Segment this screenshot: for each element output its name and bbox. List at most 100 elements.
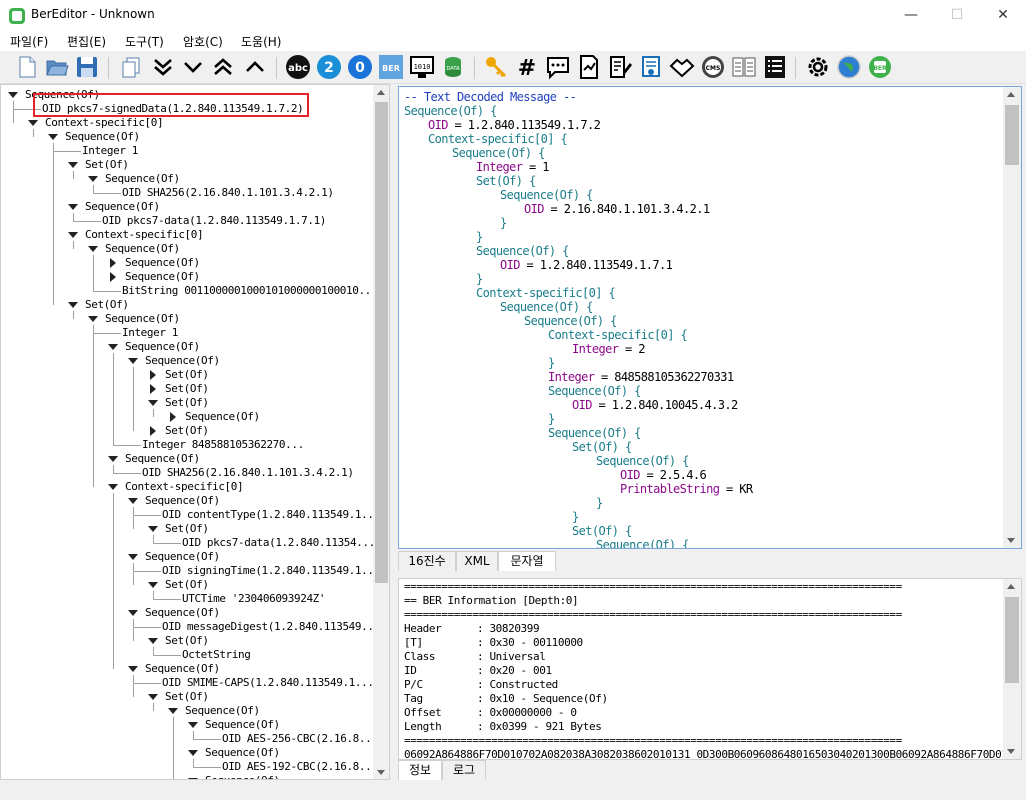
tree-node[interactable]: Sequence(Of) xyxy=(125,452,200,466)
tree-node[interactable]: Sequence(Of) xyxy=(85,200,160,214)
globe-icon[interactable] xyxy=(836,54,862,80)
tab-xml[interactable]: XML xyxy=(456,551,498,571)
tree-node[interactable]: OctetString xyxy=(182,648,251,662)
tree-node[interactable]: Sequence(Of) xyxy=(185,704,260,718)
tree-node[interactable]: Set(Of) xyxy=(165,368,209,382)
expanded-arrow-icon[interactable] xyxy=(187,719,199,731)
tree-node[interactable]: OID signingTime(1.2.840.113549.1... xyxy=(162,564,380,578)
tree-node[interactable]: OID pkcs7-data(1.2.840.11354... xyxy=(182,536,375,550)
collapse-icon[interactable] xyxy=(242,54,268,80)
tree-node[interactable]: Sequence(Of) xyxy=(205,718,280,732)
expanded-arrow-icon[interactable] xyxy=(147,523,159,535)
tree-node[interactable]: Sequence(Of) xyxy=(205,746,280,760)
tree-node[interactable]: Sequence(Of) xyxy=(125,340,200,354)
expand-all-icon[interactable] xyxy=(150,54,176,80)
tab-string[interactable]: 문자열 xyxy=(498,551,556,571)
expanded-arrow-icon[interactable] xyxy=(67,229,79,241)
expanded-arrow-icon[interactable] xyxy=(127,551,139,563)
tree-node[interactable]: Context-specific[0] xyxy=(45,116,164,130)
scroll-down-arrow-icon[interactable] xyxy=(1007,538,1015,543)
tree-node[interactable]: Set(Of) xyxy=(165,382,209,396)
ber-icon[interactable]: BER xyxy=(378,54,404,80)
tree-node[interactable]: Sequence(Of) xyxy=(105,312,180,326)
certificate-icon[interactable] xyxy=(638,54,664,80)
collapse-all-icon[interactable] xyxy=(210,54,236,80)
tree-node[interactable]: Context-specific[0] xyxy=(125,480,244,494)
minimize-button[interactable]: — xyxy=(888,0,934,31)
key-icon[interactable] xyxy=(483,54,509,80)
tab-hex[interactable]: 16진수 xyxy=(398,551,456,571)
sign-pen-icon[interactable] xyxy=(607,54,633,80)
tree-node[interactable]: Set(Of) xyxy=(165,424,209,438)
tab-log[interactable]: 로그 xyxy=(442,760,486,780)
expanded-arrow-icon[interactable] xyxy=(87,243,99,255)
tree-node[interactable]: OID AES-256-CBC(2.16.8... xyxy=(222,732,378,746)
collapsed-arrow-icon[interactable] xyxy=(167,411,179,423)
menu-edit[interactable]: 편집(E) xyxy=(67,33,106,50)
scroll-up-arrow-icon[interactable] xyxy=(1007,584,1015,589)
ber-tree-panel[interactable]: Sequence(Of) OID pkcs7-signedData(1.2.840… xyxy=(0,84,390,780)
menu-tools[interactable]: 도구(T) xyxy=(125,33,164,50)
expand-icon[interactable] xyxy=(180,54,206,80)
copy-icon[interactable] xyxy=(118,54,144,80)
tree-node[interactable]: Set(Of) xyxy=(85,298,129,312)
tree-node[interactable]: Sequence(Of) xyxy=(145,354,220,368)
tree-node[interactable]: OID AES-192-CBC(2.16.8... xyxy=(222,760,378,774)
close-button[interactable]: ✕ xyxy=(980,0,1026,31)
tree-node[interactable]: Set(Of) xyxy=(85,158,129,172)
expanded-arrow-icon[interactable] xyxy=(7,89,19,101)
expanded-arrow-icon[interactable] xyxy=(127,495,139,507)
maximize-button[interactable]: ☐ xyxy=(934,0,980,31)
collapsed-arrow-icon[interactable] xyxy=(107,257,119,269)
tree-node[interactable]: Sequence(Of) xyxy=(105,172,180,186)
collapsed-arrow-icon[interactable] xyxy=(147,369,159,381)
handshake-icon[interactable] xyxy=(669,54,695,80)
expanded-arrow-icon[interactable] xyxy=(47,131,59,143)
text-view-scroll-thumb[interactable] xyxy=(1005,105,1019,165)
menu-help[interactable]: 도움(H) xyxy=(241,33,281,50)
expanded-arrow-icon[interactable] xyxy=(27,117,39,129)
tree-node[interactable]: OID messageDigest(1.2.840.113549... xyxy=(162,620,380,634)
expanded-arrow-icon[interactable] xyxy=(187,747,199,759)
tree-node[interactable]: OID SHA256(2.16.840.1.101.3.4.2.1) xyxy=(142,466,354,480)
tree-node[interactable]: Sequence(Of) xyxy=(125,256,200,270)
collapsed-arrow-icon[interactable] xyxy=(147,383,159,395)
scroll-up-arrow-icon[interactable] xyxy=(1007,92,1015,97)
expanded-arrow-icon[interactable] xyxy=(87,173,99,185)
tab-info[interactable]: 정보 xyxy=(398,760,442,780)
scroll-down-arrow-icon[interactable] xyxy=(1007,749,1015,754)
ber-info-panel[interactable]: ========================================… xyxy=(398,578,1022,760)
expanded-arrow-icon[interactable] xyxy=(127,663,139,675)
tree-node[interactable]: OID SHA256(2.16.840.1.101.3.4.2.1) xyxy=(122,186,334,200)
tree-node[interactable]: Integer 1 xyxy=(82,144,138,158)
base2-icon[interactable]: 2 xyxy=(316,54,342,80)
expanded-arrow-icon[interactable] xyxy=(167,705,179,717)
scroll-up-arrow-icon[interactable] xyxy=(377,90,385,95)
ber-logo-icon[interactable]: BER xyxy=(867,54,893,80)
expanded-arrow-icon[interactable] xyxy=(187,775,199,780)
base0-icon[interactable]: 0 xyxy=(347,54,373,80)
tree-node[interactable]: OID contentType(1.2.840.113549.1... xyxy=(162,508,380,522)
tree-node[interactable]: Sequence(Of) xyxy=(125,270,200,284)
document-sign-icon[interactable] xyxy=(576,54,602,80)
expanded-arrow-icon[interactable] xyxy=(147,691,159,703)
save-icon[interactable] xyxy=(74,54,100,80)
expanded-arrow-icon[interactable] xyxy=(127,607,139,619)
cms-icon[interactable]: CMS xyxy=(700,54,726,80)
expanded-arrow-icon[interactable] xyxy=(87,313,99,325)
text-compare-icon[interactable] xyxy=(731,54,757,80)
tree-node[interactable]: BitString 0011000001000101000000100010..… xyxy=(122,284,378,298)
info-scroll-thumb[interactable] xyxy=(1005,597,1019,683)
tree-scrollbar[interactable] xyxy=(373,85,389,779)
expanded-arrow-icon[interactable] xyxy=(67,299,79,311)
expanded-arrow-icon[interactable] xyxy=(107,453,119,465)
collapsed-arrow-icon[interactable] xyxy=(107,271,119,283)
expanded-arrow-icon[interactable] xyxy=(107,481,119,493)
expanded-arrow-icon[interactable] xyxy=(147,397,159,409)
tree-node[interactable]: Sequence(Of) xyxy=(145,662,220,676)
scroll-down-arrow-icon[interactable] xyxy=(377,770,385,775)
tree-node[interactable]: Sequence(Of) xyxy=(65,130,140,144)
settings-icon[interactable] xyxy=(805,54,831,80)
open-folder-icon[interactable] xyxy=(44,54,70,80)
tree-node[interactable]: Integer 848588105362270... xyxy=(142,438,304,452)
